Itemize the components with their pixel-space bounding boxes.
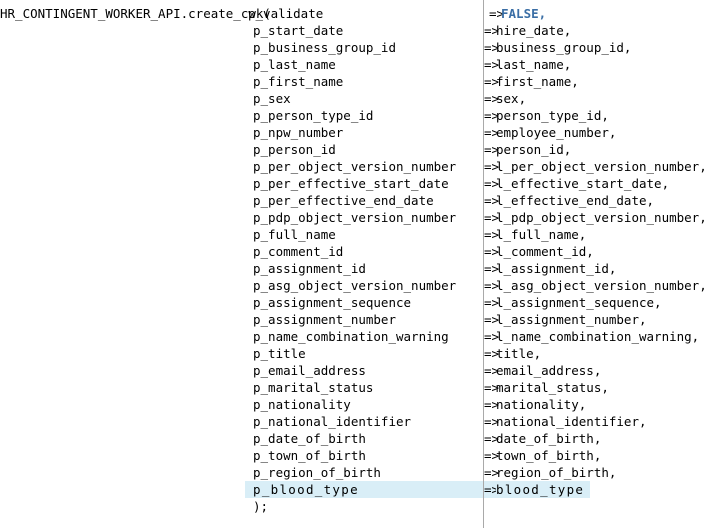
code-line[interactable]: p_region_of_birth => region_of_birth,: [0, 464, 705, 481]
parameter-value[interactable]: hire_date,: [496, 22, 571, 39]
code-line-list: HR_CONTINGENT_WORKER_API.create_cwk(p_va…: [0, 0, 705, 515]
parameter-name[interactable]: p_start_date: [253, 22, 343, 39]
parameter-name[interactable]: p_per_object_version_number: [253, 158, 456, 175]
parameter-name[interactable]: p_business_group_id: [253, 39, 396, 56]
code-line[interactable]: p_email_address => email_address,: [0, 362, 705, 379]
parameter-name[interactable]: p_region_of_birth: [253, 464, 381, 481]
parameter-value[interactable]: marital_status,: [496, 379, 609, 396]
code-line[interactable]: p_date_of_birth => date_of_birth,: [0, 430, 705, 447]
code-line[interactable]: p_person_id => person_id,: [0, 141, 705, 158]
parameter-name[interactable]: p_person_id: [253, 141, 336, 158]
procedure-call-prefix: HR_CONTINGENT_WORKER_API.create_cwk(: [0, 6, 271, 21]
parameter-name[interactable]: p_validate: [248, 5, 323, 22]
parameter-value[interactable]: nationality,: [496, 396, 586, 413]
parameter-value[interactable]: l_pdp_object_version_number,: [496, 209, 705, 226]
code-line[interactable]: p_marital_status => marital_status,: [0, 379, 705, 396]
code-line[interactable]: p_town_of_birth => town_of_birth,: [0, 447, 705, 464]
code-line[interactable]: p_title => title,: [0, 345, 705, 362]
parameter-value[interactable]: l_effective_end_date,: [496, 192, 654, 209]
code-line[interactable]: p_start_date => hire_date,: [0, 22, 705, 39]
parameter-value[interactable]: last_name,: [496, 56, 571, 73]
parameter-name[interactable]: p_name_combination_warning: [253, 328, 449, 345]
parameter-name[interactable]: p_national_identifier: [253, 413, 411, 430]
parameter-value[interactable]: blood_type: [496, 481, 585, 498]
parameter-value[interactable]: l_effective_start_date,: [496, 175, 669, 192]
code-line[interactable]: p_blood_type => blood_type: [0, 481, 705, 498]
parameter-name[interactable]: p_first_name: [253, 73, 343, 90]
parameter-value[interactable]: l_name_combination_warning,: [496, 328, 699, 345]
code-line[interactable]: p_sex => sex,: [0, 90, 705, 107]
code-line[interactable]: p_name_combination_warning => l_name_combi…: [0, 328, 705, 345]
parameter-name[interactable]: p_nationality: [253, 396, 351, 413]
parameter-name[interactable]: p_town_of_birth: [253, 447, 366, 464]
parameter-value[interactable]: person_type_id,: [496, 107, 609, 124]
code-line[interactable]: p_nationality => nationality,: [0, 396, 705, 413]
parameter-value[interactable]: l_asg_object_version_number,: [496, 277, 705, 294]
code-line[interactable]: p_per_effective_end_date => l_effective_en…: [0, 192, 705, 209]
code-line[interactable]: p_per_object_version_number => l_per_objec…: [0, 158, 705, 175]
parameter-name[interactable]: p_date_of_birth: [253, 430, 366, 447]
parameter-name[interactable]: p_assignment_sequence: [253, 294, 411, 311]
parameter-value[interactable]: employee_number,: [496, 124, 616, 141]
code-line[interactable]: p_full_name => l_full_name,: [0, 226, 705, 243]
parameter-name[interactable]: p_full_name: [253, 226, 336, 243]
parameter-value[interactable]: email_address,: [496, 362, 601, 379]
code-line[interactable]: p_assignment_id => l_assignment_id,: [0, 260, 705, 277]
code-viewer[interactable]: HR_CONTINGENT_WORKER_API.create_cwk(p_va…: [0, 0, 705, 528]
parameter-value[interactable]: l_assignment_id,: [496, 260, 616, 277]
parameter-name[interactable]: p_person_type_id: [253, 107, 373, 124]
parameter-name[interactable]: p_per_effective_end_date: [253, 192, 434, 209]
parameter-value[interactable]: l_comment_id,: [496, 243, 594, 260]
parameter-value[interactable]: region_of_birth,: [496, 464, 616, 481]
parameter-value-keyword[interactable]: FALSE,: [501, 5, 546, 22]
code-line[interactable]: p_first_name => first_name,: [0, 73, 705, 90]
code-line[interactable]: p_per_effective_start_date => l_effective_…: [0, 175, 705, 192]
parameter-name[interactable]: p_pdp_object_version_number: [253, 209, 456, 226]
parameter-name[interactable]: p_last_name: [253, 56, 336, 73]
code-line[interactable]: p_assignment_sequence => l_assignment_sequ…: [0, 294, 705, 311]
parameter-value[interactable]: national_identifier,: [496, 413, 647, 430]
code-line[interactable]: p_npw_number => employee_number,: [0, 124, 705, 141]
parameter-value[interactable]: town_of_birth,: [496, 447, 601, 464]
parameter-value[interactable]: l_full_name,: [496, 226, 586, 243]
code-line[interactable]: );: [0, 498, 705, 515]
code-line[interactable]: p_pdp_object_version_number => l_pdp_objec…: [0, 209, 705, 226]
parameter-name[interactable]: p_asg_object_version_number: [253, 277, 456, 294]
code-line[interactable]: HR_CONTINGENT_WORKER_API.create_cwk(p_va…: [0, 5, 705, 22]
parameter-value[interactable]: title,: [496, 345, 541, 362]
parameter-name[interactable]: p_assignment_number: [253, 311, 396, 328]
parameter-name[interactable]: p_npw_number: [253, 124, 343, 141]
parameter-value[interactable]: l_assignment_sequence,: [496, 294, 662, 311]
parameter-name[interactable]: p_assignment_id: [253, 260, 366, 277]
parameter-value[interactable]: business_group_id,: [496, 39, 631, 56]
parameter-value[interactable]: date_of_birth,: [496, 430, 601, 447]
code-line[interactable]: p_national_identifier => national_identifi…: [0, 413, 705, 430]
parameter-value[interactable]: first_name,: [496, 73, 579, 90]
parameter-name[interactable]: p_title: [253, 345, 306, 362]
code-line[interactable]: p_business_group_id => business_group_id,: [0, 39, 705, 56]
code-line[interactable]: p_person_type_id => person_type_id,: [0, 107, 705, 124]
code-line[interactable]: p_assignment_number => l_assignment_number…: [0, 311, 705, 328]
parameter-name[interactable]: p_per_effective_start_date: [253, 175, 449, 192]
parameter-value[interactable]: l_assignment_number,: [496, 311, 647, 328]
closing-parenthesis: );: [253, 499, 269, 514]
parameter-value[interactable]: sex,: [496, 90, 526, 107]
parameter-value[interactable]: person_id,: [496, 141, 571, 158]
parameter-name[interactable]: p_email_address: [253, 362, 366, 379]
parameter-value[interactable]: l_per_object_version_number,: [496, 158, 705, 175]
parameter-name[interactable]: p_sex: [253, 90, 291, 107]
code-line[interactable]: p_comment_id => l_comment_id,: [0, 243, 705, 260]
parameter-name[interactable]: p_comment_id: [253, 243, 343, 260]
code-line[interactable]: p_last_name => last_name,: [0, 56, 705, 73]
code-line[interactable]: p_asg_object_version_number => l_asg_objec…: [0, 277, 705, 294]
parameter-name[interactable]: p_blood_type: [253, 481, 359, 498]
parameter-name[interactable]: p_marital_status: [253, 379, 373, 396]
